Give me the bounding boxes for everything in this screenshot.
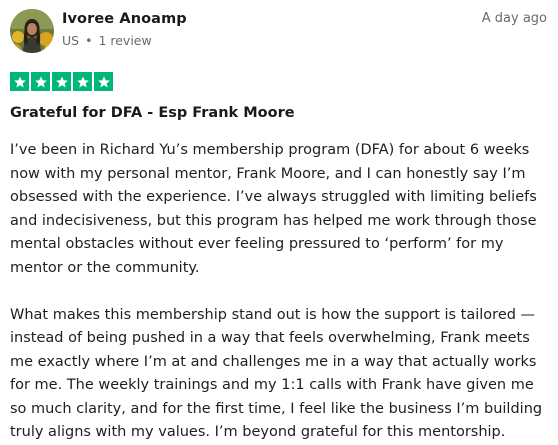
reviewer-country: US (62, 33, 80, 48)
star-icon (94, 72, 113, 91)
reviewer-info: Ivoree Anoamp US • 1 review (62, 8, 187, 50)
star-icon (52, 72, 71, 91)
star-icon (31, 72, 50, 91)
avatar[interactable] (10, 9, 54, 53)
meta-separator: • (85, 33, 93, 48)
review-paragraph: I’ve been in Richard Yu’s membership pro… (10, 142, 537, 276)
star-icon (73, 72, 92, 91)
review-header: Ivoree Anoamp US • 1 review A day ago (10, 8, 547, 64)
review-card: Ivoree Anoamp US • 1 review A day ago Gr… (0, 0, 558, 440)
reviewer-meta: US • 1 review (62, 32, 187, 50)
review-paragraph: What makes this membership stand out is … (10, 306, 543, 441)
avatar-image (10, 9, 54, 53)
review-title[interactable]: Grateful for DFA - Esp Frank Moore (10, 103, 547, 123)
star-icon (10, 72, 29, 91)
reviewer-review-count: 1 review (98, 33, 152, 48)
review-body: I’ve been in Richard Yu’s membership pro… (10, 139, 547, 445)
star-rating (10, 72, 547, 91)
reviewer-name[interactable]: Ivoree Anoamp (62, 9, 187, 29)
review-date: A day ago (481, 11, 547, 26)
